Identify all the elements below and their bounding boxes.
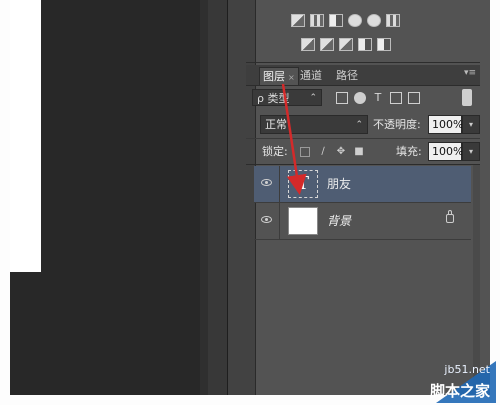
pixel-filter-icon[interactable] [336,91,348,104]
curves-icon[interactable] [329,14,343,27]
lock-image-pixels-icon[interactable]: ∕ [318,147,328,157]
filter-toggle[interactable] [462,89,472,106]
layer-name[interactable]: 背景 [327,203,351,240]
threshold-icon[interactable] [339,38,353,51]
watermark: jb51.net 脚本之家 [386,361,496,403]
divider [246,62,480,63]
blend-mode-select[interactable]: 正常 ⌃ [260,115,368,134]
layers-panel-tabs: 图层 × 通道 路径 ▾≡ [246,65,480,86]
smart-object-filter-icon[interactable] [408,91,420,104]
lock-icon [446,210,454,223]
fill-dropdown[interactable]: ▾ [462,142,480,161]
eye-icon[interactable] [261,179,272,186]
type-filter-icon[interactable]: T [372,91,384,104]
opacity-label: 不透明度: [373,118,421,131]
fill-label: 填充: [396,145,422,158]
watermark-url: jb51.net [444,363,490,376]
document-canvas[interactable] [10,0,41,272]
filter-icons: T [336,89,420,106]
watermark-site-name: 脚本之家 [429,382,490,400]
close-icon[interactable]: × [288,73,295,82]
divider [279,203,280,240]
chevron-icon: ⌃ [355,120,363,130]
vibrance-icon[interactable] [367,14,381,27]
lock-all-icon[interactable]: ■ [354,147,364,157]
tab-paths[interactable]: 路径 [333,67,361,85]
layers-scrollbar[interactable] [473,165,480,390]
panel-dock [228,0,256,395]
lock-icons: ∕ ✥ ■ [300,145,364,159]
panel-menu-icon[interactable]: ▾≡ [464,68,476,78]
eye-icon[interactable] [261,216,272,223]
color-balance-icon[interactable] [386,14,400,27]
background-layer-thumbnail [288,207,318,235]
gradient-map-icon[interactable] [377,38,391,51]
lock-position-icon[interactable]: ✥ [336,147,346,157]
opacity-field[interactable]: 100% [428,115,463,134]
type-layer-thumbnail: T [288,170,318,198]
filter-type-select[interactable]: ρ 类型 ⌃ [252,89,322,106]
layer-row-background[interactable]: 背景 [254,203,471,240]
canvas-edge [200,0,208,395]
adjustments-row-2 [301,38,391,56]
posterize-icon[interactable] [320,38,334,51]
chevron-icon: ⌃ [309,93,317,103]
brightness-contrast-icon[interactable] [291,14,305,27]
fill-field[interactable]: 100% [428,142,463,161]
selective-color-icon[interactable] [358,38,372,51]
exposure-icon[interactable] [348,14,362,27]
tab-channels[interactable]: 通道 [297,67,325,85]
divider [246,138,480,139]
tab-layers[interactable]: 图层 × [259,67,299,85]
invert-icon[interactable] [301,38,315,51]
adjustments-row-1 [291,14,400,32]
panel-collapse-strip [208,0,228,395]
levels-icon[interactable] [310,14,324,27]
layer-name[interactable]: 朋友 [327,166,351,203]
shape-filter-icon[interactable] [390,91,402,104]
lock-label: 锁定: [262,145,288,158]
opacity-dropdown[interactable]: ▾ [462,115,480,134]
lock-transparent-pixels-icon[interactable] [300,147,310,157]
divider [279,166,280,203]
adjustment-filter-icon[interactable] [354,91,366,104]
divider [246,164,480,165]
layer-row-text[interactable]: T 朋友 [254,166,471,203]
